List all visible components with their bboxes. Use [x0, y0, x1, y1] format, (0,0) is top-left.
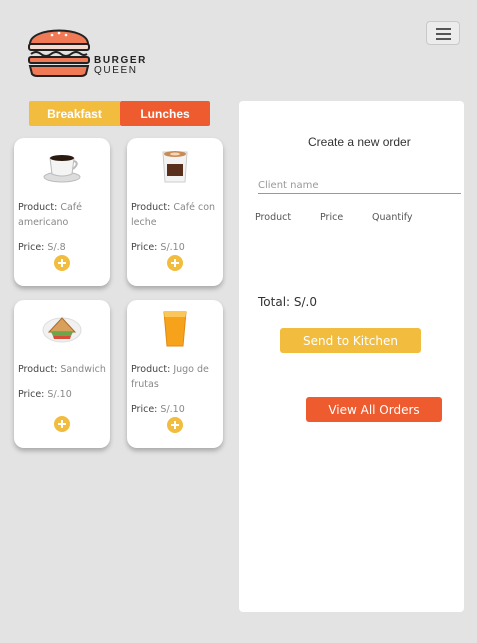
- order-title: Create a new order: [308, 135, 411, 149]
- product-name: Product: Sandwich: [18, 364, 106, 375]
- column-header-product: Product: [255, 212, 292, 223]
- product-price: Product:Price: S/.8: [18, 242, 66, 253]
- product-name: Product: Café americano: [18, 202, 82, 228]
- hamburger-menu-button[interactable]: [426, 21, 460, 45]
- tab-breakfast[interactable]: Breakfast: [29, 101, 120, 126]
- add-item-button[interactable]: [167, 417, 183, 433]
- column-header-price: Price: [320, 212, 344, 223]
- order-total: Total: S/.0: [258, 295, 317, 309]
- tab-lunches[interactable]: Lunches: [120, 101, 210, 126]
- brand-line-2: QUEEN: [94, 65, 138, 76]
- menu-bar-icon: [436, 38, 451, 40]
- latte-cup-icon: [162, 151, 188, 183]
- view-all-orders-button[interactable]: View All Orders: [306, 397, 442, 422]
- product-name: Product: Café con leche: [131, 202, 216, 228]
- brand-name: BURGER QUEEN: [94, 56, 147, 76]
- sandwich-icon: [42, 317, 82, 343]
- order-panel: Create a new order Product Price Quantif…: [239, 101, 464, 612]
- add-item-button[interactable]: [167, 255, 183, 271]
- add-item-button[interactable]: [54, 416, 70, 432]
- menu-bar-icon: [436, 28, 451, 30]
- coffee-cup-icon: [43, 155, 81, 183]
- product-price: Price: S/.10: [131, 404, 185, 415]
- send-to-kitchen-button[interactable]: Send to Kitchen: [280, 328, 421, 353]
- product-card: Product: Café con leche Price: S/.10: [127, 138, 223, 286]
- column-header-quantity: Quantify: [372, 212, 413, 223]
- product-price: Price: S/.10: [18, 389, 72, 400]
- product-card: Product: Café americano Product:Price: S…: [14, 138, 110, 286]
- juice-glass-icon: [163, 311, 187, 347]
- product-name: Product: Jugo de frutas: [131, 364, 209, 390]
- menu-bar-icon: [436, 33, 451, 35]
- add-item-button[interactable]: [54, 255, 70, 271]
- product-price: Price: S/.10: [131, 242, 185, 253]
- client-name-input[interactable]: [258, 177, 461, 194]
- product-card: Product: Sandwich Price: S/.10: [14, 300, 110, 448]
- product-card: Product: Jugo de frutas Price: S/.10: [127, 300, 223, 448]
